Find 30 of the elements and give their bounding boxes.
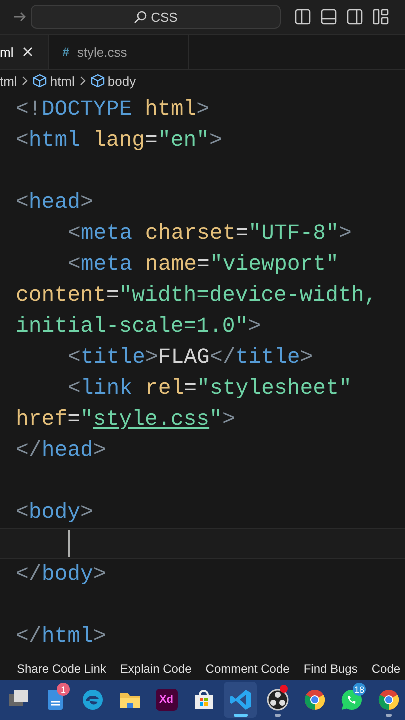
code-line: <meta name="viewport" xyxy=(68,252,339,278)
code-line: <title>FLAG</title> xyxy=(68,344,314,370)
code-line: </html> xyxy=(16,624,106,650)
code-line: </head> xyxy=(16,438,106,464)
code-line: <meta charset="UTF-8"> xyxy=(68,220,352,246)
code-line: <body> xyxy=(16,500,94,526)
code-line: <html lang="en"> xyxy=(16,128,222,154)
notification-badge: 1 xyxy=(57,683,70,696)
code-line: <head> xyxy=(16,190,94,216)
status-bar-item[interactable]: Comment Code xyxy=(206,662,290,676)
code-line: </body> xyxy=(16,562,106,588)
status-bar-item[interactable]: Share Code Link xyxy=(17,662,106,676)
code-line: content="width=device-width, xyxy=(16,282,378,308)
breadcrumb-item[interactable]: tml xyxy=(0,74,18,88)
design-app-icon: Xd xyxy=(156,689,178,711)
code-line: initial-scale=1.0"> xyxy=(16,314,262,340)
status-bar-item[interactable]: Explain Code xyxy=(120,662,192,676)
code-line: <!DOCTYPE html> xyxy=(16,96,210,122)
css-file-icon: # xyxy=(62,45,70,59)
code-line: href="style.css"> xyxy=(16,406,236,432)
editor-tab[interactable]: ml xyxy=(0,35,49,69)
breadcrumb-item[interactable]: html xyxy=(50,74,75,88)
editor-tab[interactable]: # style.css xyxy=(48,35,189,69)
status-bar-item[interactable]: Find Bugs xyxy=(304,662,358,676)
status-bar-item[interactable]: Code xyxy=(372,662,401,676)
notification-badge: 18 xyxy=(353,683,366,696)
taskbar-app[interactable]: Xd xyxy=(150,682,183,718)
search-field[interactable]: CSS xyxy=(31,5,281,29)
breadcrumb-item[interactable]: body xyxy=(108,74,136,88)
code-line: <link rel="stylesheet" xyxy=(68,376,352,402)
